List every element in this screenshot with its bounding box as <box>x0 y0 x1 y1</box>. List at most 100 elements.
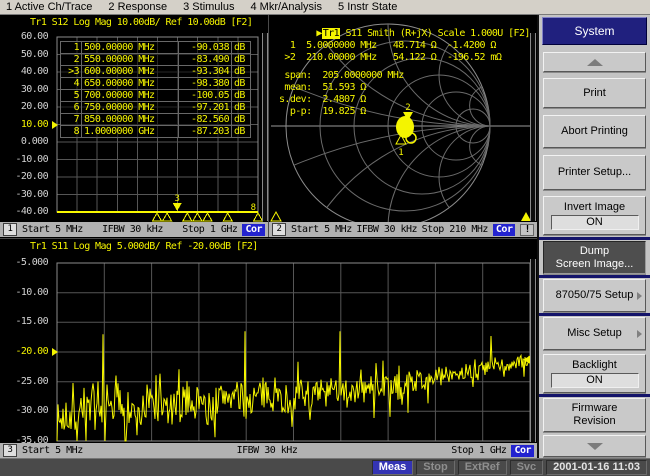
smith-header: ▶Tr1 S11 Smith (R+jX) Scale 1.000U [F2] <box>273 17 530 50</box>
menu-button-printer-setup[interactable]: Printer Setup... <box>543 155 646 190</box>
menu-separator <box>539 237 650 240</box>
menu-button-abort-printing[interactable]: Abort Printing <box>543 115 646 148</box>
panel-s12: Tr1 S12 Log Mag 10.00dB/ Ref 10.00dB [F2… <box>0 15 268 237</box>
menu-button-label: Abort Printing <box>561 125 628 138</box>
start-frequency: Start 5 MHz <box>22 224 83 235</box>
smith-header-text: S11 Smith (R+jX) Scale 1.000U [F2] <box>340 28 530 39</box>
menubar-item-5-instr-state[interactable]: 5 Instr State <box>338 1 397 13</box>
y-tick-label: 20.00 <box>0 101 48 113</box>
warning-badge: ! <box>520 224 534 236</box>
panel-s11: Tr1 S11 Log Mag 5.000dB/ Ref -20.00dB [F… <box>0 238 537 458</box>
marker-table-row: 81.0000000 GHz-87.203dB <box>61 126 251 138</box>
menu-button-87050-75-setup[interactable]: 87050/75 Setup <box>543 279 646 312</box>
marker-triangle <box>193 213 202 221</box>
menubar-item-1-active-ch-trace[interactable]: 1 Active Ch/Trace <box>6 1 92 13</box>
stop-frequency: Stop 210 MHz <box>422 224 488 235</box>
y-tick-label: -10.00 <box>0 154 48 166</box>
s11-trace-end-marker <box>523 356 530 364</box>
marker-triangle <box>203 213 212 221</box>
y-tick-label: -15.00 <box>0 316 48 328</box>
status-indicator-extref: ExtRef <box>458 460 507 475</box>
s12-markers: 38 <box>152 194 262 221</box>
menu-button-backlight[interactable]: BacklightON <box>543 354 646 393</box>
y-tick-label: -30.00 <box>0 405 48 417</box>
correction-badge: Cor <box>493 224 516 236</box>
smith-scale-strip <box>530 33 536 221</box>
softkey-menu: System Print Abort Printing Printer Setup.… <box>537 15 650 458</box>
marker-table-row: 5700.00000 MHz-100.05dB <box>61 90 251 102</box>
stop-frequency: Stop 1 GHz <box>182 224 237 235</box>
y-tick-label: -40.00 <box>0 206 48 218</box>
y-tick-label: 0.000 <box>0 136 48 148</box>
s12-header: Tr1 S12 Log Mag 10.00dB/ Ref 10.00dB [F2… <box>30 17 252 28</box>
menu-button-label: Dump <box>580 245 609 258</box>
marker-table-row: 4650.00000 MHz-98.380dB <box>61 78 251 90</box>
y-tick-label: 30.00 <box>0 84 48 96</box>
menu-button-dump-screen-image[interactable]: DumpScreen Image... <box>543 241 646 274</box>
correction-badge: Cor <box>242 224 265 236</box>
active-trace-label: Tr1 <box>322 28 340 39</box>
menu-title: System <box>542 17 647 45</box>
menu-separator <box>539 394 650 397</box>
channel-number: 2 <box>272 223 286 236</box>
smith-marker-line: >2 210.00000 MHz 54.122 Ω -196.52 mΩ <box>279 52 501 64</box>
y-tick-label: -5.000 <box>0 257 48 269</box>
marker-table-row: 7850.00000 MHz-82.560dB <box>61 114 251 126</box>
menubar-item-4-mkr-analysis[interactable]: 4 Mkr/Analysis <box>250 1 322 13</box>
ref-level-arrow <box>52 348 58 356</box>
menu-button-label: Revision <box>573 415 615 428</box>
menu-scroll-down-button[interactable] <box>543 435 646 457</box>
menu-button-firmware-revision[interactable]: FirmwareRevision <box>543 398 646 432</box>
smith-marker-1-number: 1 <box>398 148 403 158</box>
correction-badge: Cor <box>511 445 534 457</box>
y-tick-label: 40.00 <box>0 66 48 78</box>
marker-triangle <box>183 213 192 221</box>
start-frequency: Start 5 MHz <box>22 445 83 456</box>
smith-stat-line: s.dev: 2.4807 Ω <box>279 94 404 106</box>
active-marker-number: 3 <box>174 194 179 204</box>
lcd-screen: Tr1 S12 Log Mag 10.00dB/ Ref 10.00dB [F2… <box>0 15 537 458</box>
smith-stat-line: p-p: 19.825 Ω <box>279 106 404 118</box>
y-tick-label: 60.00 <box>0 31 48 43</box>
instrument-screen: 1 Active Ch/Trace 2 Response 3 Stimulus 4 M… <box>0 0 650 476</box>
menu-scroll-up-button[interactable] <box>543 52 646 72</box>
ifbw-label: IFBW 30 kHz <box>102 224 163 235</box>
marker-triangle <box>163 213 172 221</box>
menu-button-label: Firmware <box>572 402 618 415</box>
stop-frequency: Stop 1 GHz <box>451 445 506 456</box>
y-tick-label: -20.00 <box>0 171 48 183</box>
s11-status-bar: 3Start 5 MHzIFBW 30 kHzStop 1 GHzCor <box>0 443 537 458</box>
status-indicator-svc: Svc <box>510 460 544 475</box>
channel-number: 3 <box>3 444 17 457</box>
status-indicator-meas: Meas <box>372 460 414 475</box>
smith-marker-2-number: 2 <box>405 103 410 113</box>
y-tick-label: -10.00 <box>0 287 48 299</box>
active-trace-arrow: ▶ <box>316 28 321 39</box>
toggle-state: ON <box>551 215 639 230</box>
ref-level-label: -20.00 <box>0 346 48 358</box>
s11-header: Tr1 S11 Log Mag 5.000dB/ Ref -20.00dB [F… <box>30 241 258 252</box>
y-tick-label: -25.00 <box>0 376 48 388</box>
marker-table-row: 2550.00000 MHz-83.490dB <box>61 54 251 66</box>
s12-marker-table: 1500.00000 MHz-90.038dB2550.00000 MHz-83… <box>60 41 251 138</box>
menu-button-label: Backlight <box>572 359 617 372</box>
menu-button-label: Printer Setup... <box>558 166 631 179</box>
marker-table-row: 6750.00000 MHz-97.201dB <box>61 102 251 114</box>
marker-triangle <box>223 213 232 221</box>
menu-button-invert-image[interactable]: Invert ImageON <box>543 196 646 235</box>
menubar-item-3-stimulus[interactable]: 3 Stimulus <box>183 1 234 13</box>
menu-button-misc-setup[interactable]: Misc Setup <box>543 317 646 350</box>
submenu-arrow-icon <box>637 292 642 300</box>
status-bar: MeasStopExtRefSvc2001-01-16 11:03 <box>0 458 650 476</box>
s12-status-bar: 1Start 5 MHzIFBW 30 kHzStop 1 GHzCor <box>0 222 268 237</box>
smith-edge-marker-1 <box>271 212 281 221</box>
s12-y-axis: 60.0050.0040.0030.0020.0010.000.000-10.0… <box>0 15 52 237</box>
menu-button-print[interactable]: Print <box>543 78 646 108</box>
menubar-item-2-response[interactable]: 2 Response <box>108 1 167 13</box>
toggle-state: ON <box>551 373 639 388</box>
s11-y-axis: -5.000-10.00-15.00-20.00-25.00-30.00-35.… <box>0 239 52 458</box>
y-tick-label: -30.00 <box>0 189 48 201</box>
up-arrow-icon <box>587 59 603 66</box>
s12-scale-strip <box>262 33 268 221</box>
menu-button-label: Invert Image <box>564 201 625 214</box>
